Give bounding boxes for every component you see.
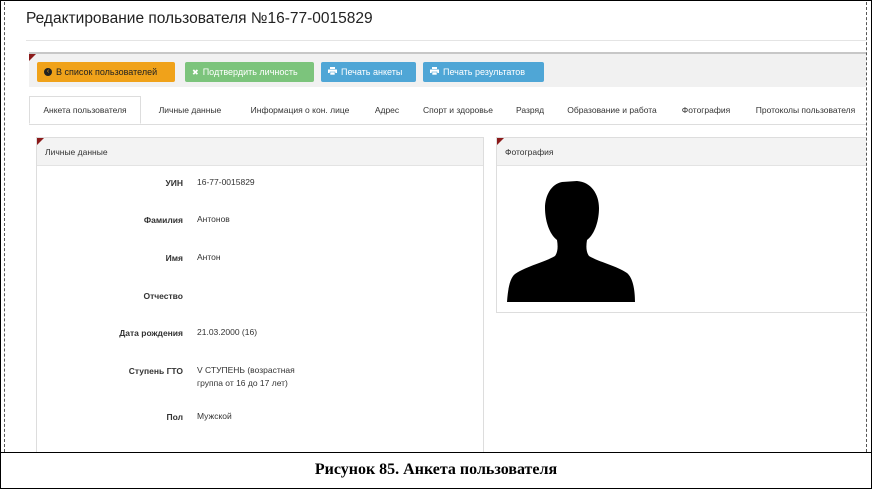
print-results-button[interactable]: Печать результатов [423,62,544,82]
field-label-name: Имя [165,253,183,263]
tab-education-work[interactable]: Образование и работа [557,96,667,124]
field-value-surname: Антонов [197,214,230,224]
print-results-label: Печать результатов [443,67,525,77]
corner-marker [497,138,504,145]
field-label-gto-stage: Ступень ГТО [128,366,183,376]
field-label-uin: УИН [165,178,183,188]
toolbar: ‹ В список пользователей ✖ Подтвердить л… [29,52,866,87]
figure-caption: Рисунок 85. Анкета пользователя [314,461,558,478]
photo-panel: Фотография [496,137,866,313]
field-label-patronymic: Отчество [143,291,183,301]
print-form-button[interactable]: Печать анкеты [321,62,416,82]
field-label-surname: Фамилия [143,215,183,225]
page-title: Редактирование пользователя №16-77-00158… [26,10,373,27]
arrow-left-circle-icon: ‹ [44,68,52,76]
field-value-gender: Мужской [197,411,232,421]
back-to-users-button[interactable]: ‹ В список пользователей [37,62,175,82]
person-silhouette-icon [507,181,635,302]
tab-user-protocols[interactable]: Протоколы пользователя [745,96,866,124]
tab-rank[interactable]: Разряд [507,96,553,124]
print-icon [430,67,439,77]
panel-title: Фотография [505,146,554,157]
corner-marker [37,138,44,145]
field-label-birth-date: Дата рождения [119,328,183,338]
tab-bar: Анкета пользователя Личные данные Информ… [29,96,866,125]
tab-personal-data[interactable]: Личные данные [145,96,235,124]
field-value-name: Антон [197,252,221,262]
field-value-gto-stage: V СТУПЕНЬ (возрастная группа от 16 до 17… [197,365,295,388]
back-button-label: В список пользователей [56,67,158,77]
personal-data-panel: Личные данные УИН 16-77-0015829 Фамилия … [36,137,484,452]
field-value-birth-date: 21.03.2000 (16) [197,327,258,337]
corner-marker [29,54,36,61]
tab-photo[interactable]: Фотография [671,96,741,124]
print-icon [328,67,337,77]
confirm-identity-button[interactable]: ✖ Подтвердить личность [185,62,314,82]
close-icon: ✖ [192,67,199,77]
screenshot-area: Редактирование пользователя №16-77-00158… [6,0,866,452]
field-label-gender: Пол [166,412,184,422]
field-value-uin: 16-77-0015829 [197,177,255,187]
dashed-border-right [866,2,867,452]
panel-header: Личные данные [37,138,483,166]
print-form-label: Печать анкеты [341,67,403,77]
tab-contact-person-info[interactable]: Информация о кон. лице [239,96,361,124]
tab-sport-health[interactable]: Спорт и здоровье [413,96,503,124]
tab-address[interactable]: Адрес [365,96,409,124]
confirm-button-label: Подтвердить личность [202,67,298,77]
panel-header: Фотография [497,138,866,166]
title-divider [26,40,866,41]
dashed-border-left [4,2,5,452]
tab-user-profile[interactable]: Анкета пользователя [29,96,141,124]
panel-title: Личные данные [45,146,108,157]
